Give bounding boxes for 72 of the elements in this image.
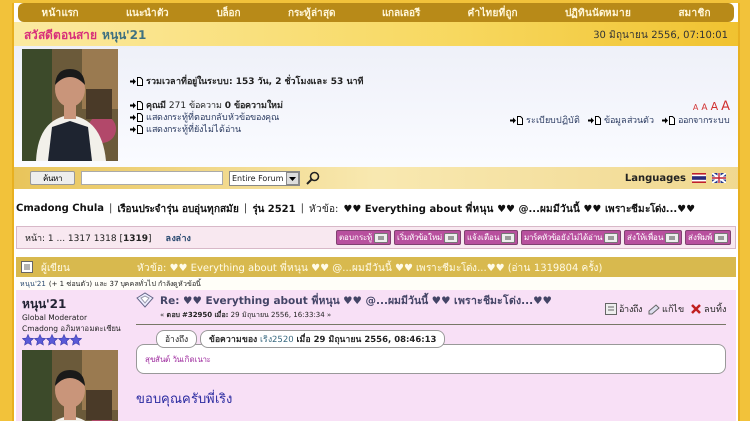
action-icon — [605, 303, 617, 315]
arrow-page-icon — [130, 124, 143, 134]
breadcrumb-link[interactable]: เรือนประจำรุ่น อบอุ่นทุกสมัย — [117, 200, 239, 216]
quote-body: สุขสันต์ วันเกิดเนาะ — [136, 344, 726, 374]
topic-button[interactable]: ส่งให้เพื่อน — [624, 230, 682, 245]
search-icon — [306, 171, 320, 185]
panel-link[interactable]: แสดงกระทู้ที่ยังไม่ได้อ่าน — [146, 122, 241, 136]
star-icon — [46, 334, 58, 346]
star-icon — [34, 334, 46, 346]
star-icon — [58, 334, 70, 346]
button-icon — [444, 232, 458, 242]
column-header: หัวข้อ: ♥♥ Everything about พี่หนุน ♥♥ @...ผมมีวันนี้ ♥♥ เพราะชีมะโด่ง...♥♥ (อ่าน 1319804 ครั้ง) — [137, 260, 602, 274]
post-title[interactable]: Re: ♥♥ Everything about พี่หนุน ♥♥ @...ผมมีวันนี้ ♥♥ เพราะชีมะโด่ง...♥♥ — [160, 295, 552, 307]
topic-label: หัวข้อ: — [308, 202, 338, 216]
font-size-link[interactable]: A — [721, 99, 730, 114]
account-link[interactable]: ข้อมูลส่วนตัว — [604, 113, 654, 127]
page-links[interactable]: หน้า: 1 ... 1317 1318 [1319] — [25, 230, 152, 244]
flag-icon — [712, 173, 726, 183]
topic-button[interactable]: มาร์คหัวข้อยังไม่ได้อ่าน — [521, 230, 621, 245]
breadcrumb-link[interactable]: รุ่น 2521 — [252, 200, 296, 216]
languages-label: Languages — [624, 172, 686, 184]
date-time: 30 มิถุนายน 2556, 07:10:01 — [593, 28, 728, 42]
arrow-page-icon — [510, 116, 523, 124]
column-header: ผู้เขียน — [41, 262, 71, 274]
button-icon — [665, 232, 679, 242]
topic-button[interactable]: ตอบกระทู้ — [336, 230, 391, 245]
delete-icon — [690, 303, 702, 315]
topic-button[interactable]: แจ้งเตือน — [464, 230, 518, 245]
arrow-page-icon — [130, 112, 143, 122]
panel-link[interactable]: แสดงกระทู้ที่ตอบกลับหัวข้อของคุณ — [146, 110, 279, 124]
font-size-link[interactable]: A — [710, 100, 718, 113]
account-link[interactable]: ระเบียบปฏิบัติ — [526, 113, 580, 127]
author-name[interactable]: หนุน'21 — [22, 297, 66, 311]
account-link[interactable]: ออกจากระบบ — [678, 113, 730, 127]
breadcrumb-separator: | — [300, 202, 304, 214]
breadcrumb-separator: | — [244, 202, 248, 214]
topic-button[interactable]: เริ่มหัวข้อใหม่ — [394, 230, 461, 245]
message-count: คุณมี 271 ข้อความ 0 ข้อความใหม่ — [146, 98, 284, 111]
quote-prefix: ข้อความของ — [209, 334, 257, 346]
quote-date: เมื่อ 29 มิถุนายน 2556, 08:46:13 — [296, 332, 436, 346]
search-button[interactable]: ค้นหา — [30, 171, 75, 185]
post-message: ขอบคุณครับพี่เริง — [136, 392, 726, 408]
button-icon — [604, 232, 618, 242]
arrow-page-icon — [662, 116, 675, 124]
greeting-text: สวัสดีตอนสาย — [24, 28, 97, 42]
username-link[interactable]: หนุน'21 — [102, 28, 146, 42]
online-time: รวมเวลาที่อยู่ในระบบ: 153 วัน, 2 ชั่วโมงและ 53 นาที — [146, 74, 364, 88]
button-icon — [714, 232, 728, 242]
topic-link[interactable]: ♥♥ Everything about พี่หนุน ♥♥ @...ผมมีวันนี้ ♥♥ เพราะชีมะโด่ง...♥♥ — [343, 200, 696, 216]
go-down-link[interactable]: ลงล่าง — [166, 230, 191, 244]
arrow-page-icon — [130, 76, 143, 86]
font-size-link[interactable]: A — [701, 103, 708, 113]
font-size-link[interactable]: A — [692, 103, 698, 112]
arrow-page-icon — [588, 116, 601, 124]
arrow-page-icon — [130, 100, 143, 110]
action-icon — [648, 303, 660, 315]
button-icon — [501, 232, 515, 242]
post-action-link[interactable]: ลบทิ้ง — [690, 302, 726, 316]
flag-icon — [692, 173, 706, 183]
star-icon — [70, 334, 82, 346]
topic-button[interactable]: ส่งพิมพ์ — [685, 230, 731, 245]
scope-dropdown[interactable]: Entire Forum — [229, 170, 300, 186]
star-icon — [22, 334, 34, 346]
document-icon — [21, 261, 33, 273]
button-icon — [374, 232, 388, 242]
quote-author-link[interactable]: เริง2520 — [260, 332, 294, 346]
post-action-link[interactable]: อ้างถึง — [605, 302, 642, 316]
post-icon — [136, 292, 154, 308]
post-action-link[interactable]: แก้ไข — [648, 302, 684, 316]
breadcrumb-link[interactable]: Cmadong Chula — [16, 202, 104, 214]
search-field[interactable] — [81, 171, 223, 185]
breadcrumb-separator: | — [109, 202, 112, 214]
